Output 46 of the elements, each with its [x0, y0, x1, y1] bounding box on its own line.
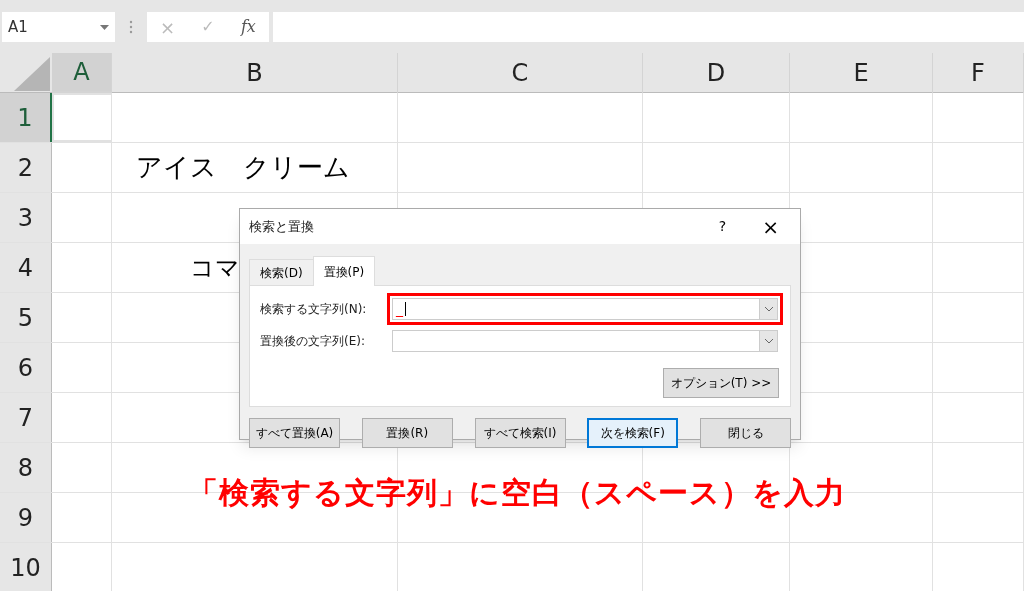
cell-text: コマ — [190, 252, 240, 284]
row-header[interactable]: 5 — [0, 293, 52, 342]
dialog-button[interactable]: 置換(R) — [361, 418, 453, 448]
cell-text: アイス クリーム — [136, 151, 350, 184]
combo-field[interactable]: _ — [392, 298, 778, 320]
dialog-title: 検索と置換 — [249, 217, 315, 236]
space-marker: _ — [396, 302, 403, 316]
options-button[interactable]: オプション(T) >> — [663, 368, 779, 398]
dialog-tab[interactable]: 検索(D) — [249, 259, 313, 285]
row-header[interactable]: 8 — [0, 443, 52, 492]
select-all-corner[interactable] — [14, 57, 50, 91]
column-header[interactable]: E — [790, 53, 933, 93]
column-header[interactable]: B — [112, 53, 398, 93]
help-button[interactable]: ? — [718, 216, 727, 237]
chevron-down-icon[interactable] — [764, 338, 773, 344]
column-header[interactable]: F — [933, 53, 1024, 93]
dropdown-icon — [100, 24, 109, 30]
row-header[interactable]: 4 — [0, 243, 52, 292]
field-label: 検索する文字列(N): — [260, 301, 368, 318]
column-header[interactable]: C — [398, 53, 643, 93]
name-box[interactable]: A1 — [2, 12, 115, 42]
row-header[interactable]: 7 — [0, 393, 52, 442]
insert-function-button[interactable]: fx — [240, 15, 256, 39]
dialog-button[interactable]: 次を検索(F) — [587, 418, 679, 448]
row-header[interactable]: 2 — [0, 143, 52, 192]
active-cell[interactable] — [52, 93, 112, 142]
dialog-button[interactable]: 閉じる — [700, 418, 791, 448]
close-button[interactable]: × — [762, 211, 779, 242]
text-cursor — [405, 302, 406, 316]
row-header[interactable]: 10 — [0, 543, 52, 591]
annotation-text: 「検索する文字列」に空白（スペース）を入力 — [188, 474, 846, 512]
grip-icon — [129, 20, 133, 34]
formula-input[interactable] — [273, 12, 1024, 42]
dialog-tab[interactable]: 置換(P) — [312, 256, 376, 286]
chevron-down-icon[interactable] — [764, 306, 773, 312]
row-header[interactable]: 6 — [0, 343, 52, 392]
row-header[interactable]: 9 — [0, 493, 52, 542]
column-header[interactable]: A — [52, 53, 112, 93]
row-header[interactable]: 3 — [0, 193, 52, 242]
dialog-button[interactable]: すべて置換(A) — [249, 418, 340, 448]
field-label: 置換後の文字列(E): — [260, 333, 366, 350]
dialog-button[interactable]: すべて検索(I) — [474, 418, 566, 448]
row-header[interactable]: 1 — [0, 93, 52, 142]
combo-field[interactable] — [392, 330, 778, 352]
column-header[interactable]: D — [643, 53, 790, 93]
cell-reference: A1 — [8, 16, 28, 38]
